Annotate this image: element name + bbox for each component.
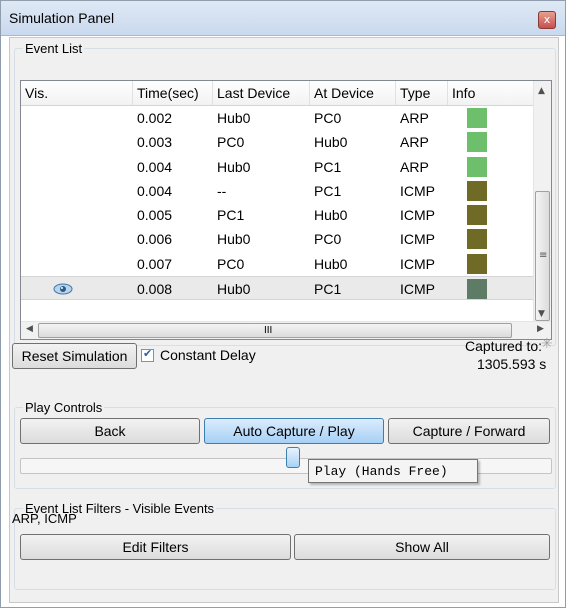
info-color-swatch[interactable] bbox=[467, 205, 487, 226]
table-header: Vis. Time(sec) Last Device At Device Typ… bbox=[21, 81, 537, 106]
cell-at-device: Hub0 bbox=[314, 134, 348, 151]
column-header-time[interactable]: Time(sec) bbox=[133, 81, 213, 105]
info-color-swatch[interactable] bbox=[467, 156, 487, 177]
eye-icon[interactable] bbox=[53, 283, 73, 295]
cell-time: 0.006 bbox=[137, 231, 173, 248]
show-all-button[interactable]: Show All bbox=[294, 534, 550, 560]
column-header-last-device[interactable]: Last Device bbox=[213, 81, 310, 105]
column-header-info[interactable]: Info bbox=[448, 81, 537, 105]
capture-star-icon[interactable]: ✳ bbox=[541, 336, 553, 352]
vertical-scroll-thumb[interactable]: ≡ bbox=[535, 191, 550, 321]
scroll-left-arrow-icon[interactable]: ◀ bbox=[26, 324, 33, 334]
scroll-down-arrow-icon[interactable]: ▼ bbox=[538, 309, 545, 319]
info-color-swatch[interactable] bbox=[467, 253, 487, 274]
play-tooltip: Play (Hands Free) bbox=[308, 459, 478, 483]
cell-at-device: Hub0 bbox=[314, 255, 348, 272]
event-list-table[interactable]: Vis. Time(sec) Last Device At Device Typ… bbox=[20, 80, 552, 340]
table-row[interactable]: 0.005 PC1 Hub0 ICMP bbox=[21, 203, 537, 227]
play-speed-slider-thumb[interactable] bbox=[286, 447, 300, 468]
cell-at-device: PC0 bbox=[314, 231, 342, 248]
constant-delay-checkbox[interactable]: ✔ bbox=[141, 347, 154, 362]
simulation-panel-window: Simulation Panel x Event List Vis. Time(… bbox=[0, 0, 566, 608]
capture-forward-button[interactable]: Capture / Forward bbox=[388, 418, 550, 444]
table-row[interactable]: 0.008 Hub0 PC1 ICMP bbox=[21, 276, 537, 301]
captured-to-label: Captured to: bbox=[465, 338, 543, 354]
cell-type: ARP bbox=[400, 158, 429, 175]
cell-type: ICMP bbox=[400, 255, 435, 272]
info-color-swatch[interactable] bbox=[467, 279, 487, 300]
vertical-scrollbar[interactable]: ▲ ≡ ▼ bbox=[533, 81, 551, 322]
cell-time: 0.004 bbox=[137, 158, 173, 175]
play-controls-legend: Play Controls bbox=[23, 400, 105, 415]
cell-at-device: PC1 bbox=[314, 281, 342, 298]
cell-at-device: Hub0 bbox=[314, 207, 348, 224]
cell-time: 0.003 bbox=[137, 134, 173, 151]
table-row[interactable]: 0.003 PC0 Hub0 ARP bbox=[21, 130, 537, 154]
info-color-swatch[interactable] bbox=[467, 180, 487, 201]
checkmark-icon: ✔ bbox=[143, 347, 153, 360]
event-list-legend: Event List bbox=[23, 41, 85, 56]
info-color-swatch[interactable] bbox=[467, 108, 487, 128]
auto-capture-play-button[interactable]: Auto Capture / Play bbox=[204, 418, 384, 444]
panel-body: Event List Vis. Time(sec) Last Device At… bbox=[9, 37, 559, 603]
scroll-right-arrow-icon[interactable]: ▶ bbox=[537, 324, 544, 334]
cell-type: ICMP bbox=[400, 182, 435, 199]
cell-last-device: Hub0 bbox=[217, 281, 251, 298]
cell-last-device: PC0 bbox=[217, 134, 245, 151]
column-header-vis[interactable]: Vis. bbox=[21, 81, 133, 105]
column-header-at-device[interactable]: At Device bbox=[310, 81, 396, 105]
column-header-type[interactable]: Type bbox=[396, 81, 448, 105]
cell-time: 0.005 bbox=[137, 207, 173, 224]
event-rows: 0.002 Hub0 PC0 ARP 0.003 PC0 Hub0 ARP 0.004 Hub0 P… bbox=[21, 106, 537, 301]
cell-type: ICMP bbox=[400, 231, 435, 248]
constant-delay-label: Constant Delay bbox=[160, 347, 256, 363]
reset-simulation-button[interactable]: Reset Simulation bbox=[12, 343, 137, 369]
cell-time: 0.002 bbox=[137, 110, 173, 126]
close-button[interactable]: x bbox=[538, 11, 556, 29]
table-row[interactable]: 0.002 Hub0 PC0 ARP bbox=[21, 106, 537, 130]
horizontal-scroll-thumb[interactable]: III bbox=[38, 323, 512, 338]
info-color-swatch[interactable] bbox=[467, 229, 487, 250]
cell-at-device: PC0 bbox=[314, 110, 342, 126]
table-row[interactable]: 0.004 -- PC1 ICMP bbox=[21, 179, 537, 203]
table-row[interactable]: 0.006 Hub0 PC0 ICMP bbox=[21, 227, 537, 251]
table-row[interactable]: 0.007 PC0 Hub0 ICMP bbox=[21, 252, 537, 276]
cell-last-device: Hub0 bbox=[217, 110, 251, 126]
horizontal-scrollbar[interactable]: ◀ III ▶ bbox=[21, 321, 551, 339]
cell-time: 0.008 bbox=[137, 281, 173, 298]
back-button[interactable]: Back bbox=[20, 418, 200, 444]
cell-last-device: Hub0 bbox=[217, 231, 251, 248]
cell-time: 0.007 bbox=[137, 255, 173, 272]
cell-time: 0.004 bbox=[137, 182, 173, 199]
visible-events-value: ARP, ICMP bbox=[12, 511, 77, 526]
scroll-up-arrow-icon[interactable]: ▲ bbox=[538, 86, 545, 96]
cell-type: ICMP bbox=[400, 281, 435, 298]
info-color-swatch[interactable] bbox=[467, 132, 487, 153]
title-bar[interactable]: Simulation Panel x bbox=[1, 1, 565, 36]
cell-type: ICMP bbox=[400, 207, 435, 224]
window-title: Simulation Panel bbox=[9, 10, 115, 26]
grip-icon: ≡ bbox=[539, 250, 548, 261]
hscroll-grip: III bbox=[264, 325, 273, 336]
captured-to-value: 1305.593 s bbox=[477, 356, 547, 372]
cell-last-device: Hub0 bbox=[217, 158, 251, 175]
cell-at-device: PC1 bbox=[314, 182, 342, 199]
cell-last-device: -- bbox=[217, 182, 227, 199]
cell-at-device: PC1 bbox=[314, 158, 342, 175]
cell-last-device: PC0 bbox=[217, 255, 245, 272]
edit-filters-button[interactable]: Edit Filters bbox=[20, 534, 291, 560]
cell-type: ARP bbox=[400, 110, 429, 126]
cell-type: ARP bbox=[400, 134, 429, 151]
cell-last-device: PC1 bbox=[217, 207, 245, 224]
table-row[interactable]: 0.004 Hub0 PC1 ARP bbox=[21, 155, 537, 179]
